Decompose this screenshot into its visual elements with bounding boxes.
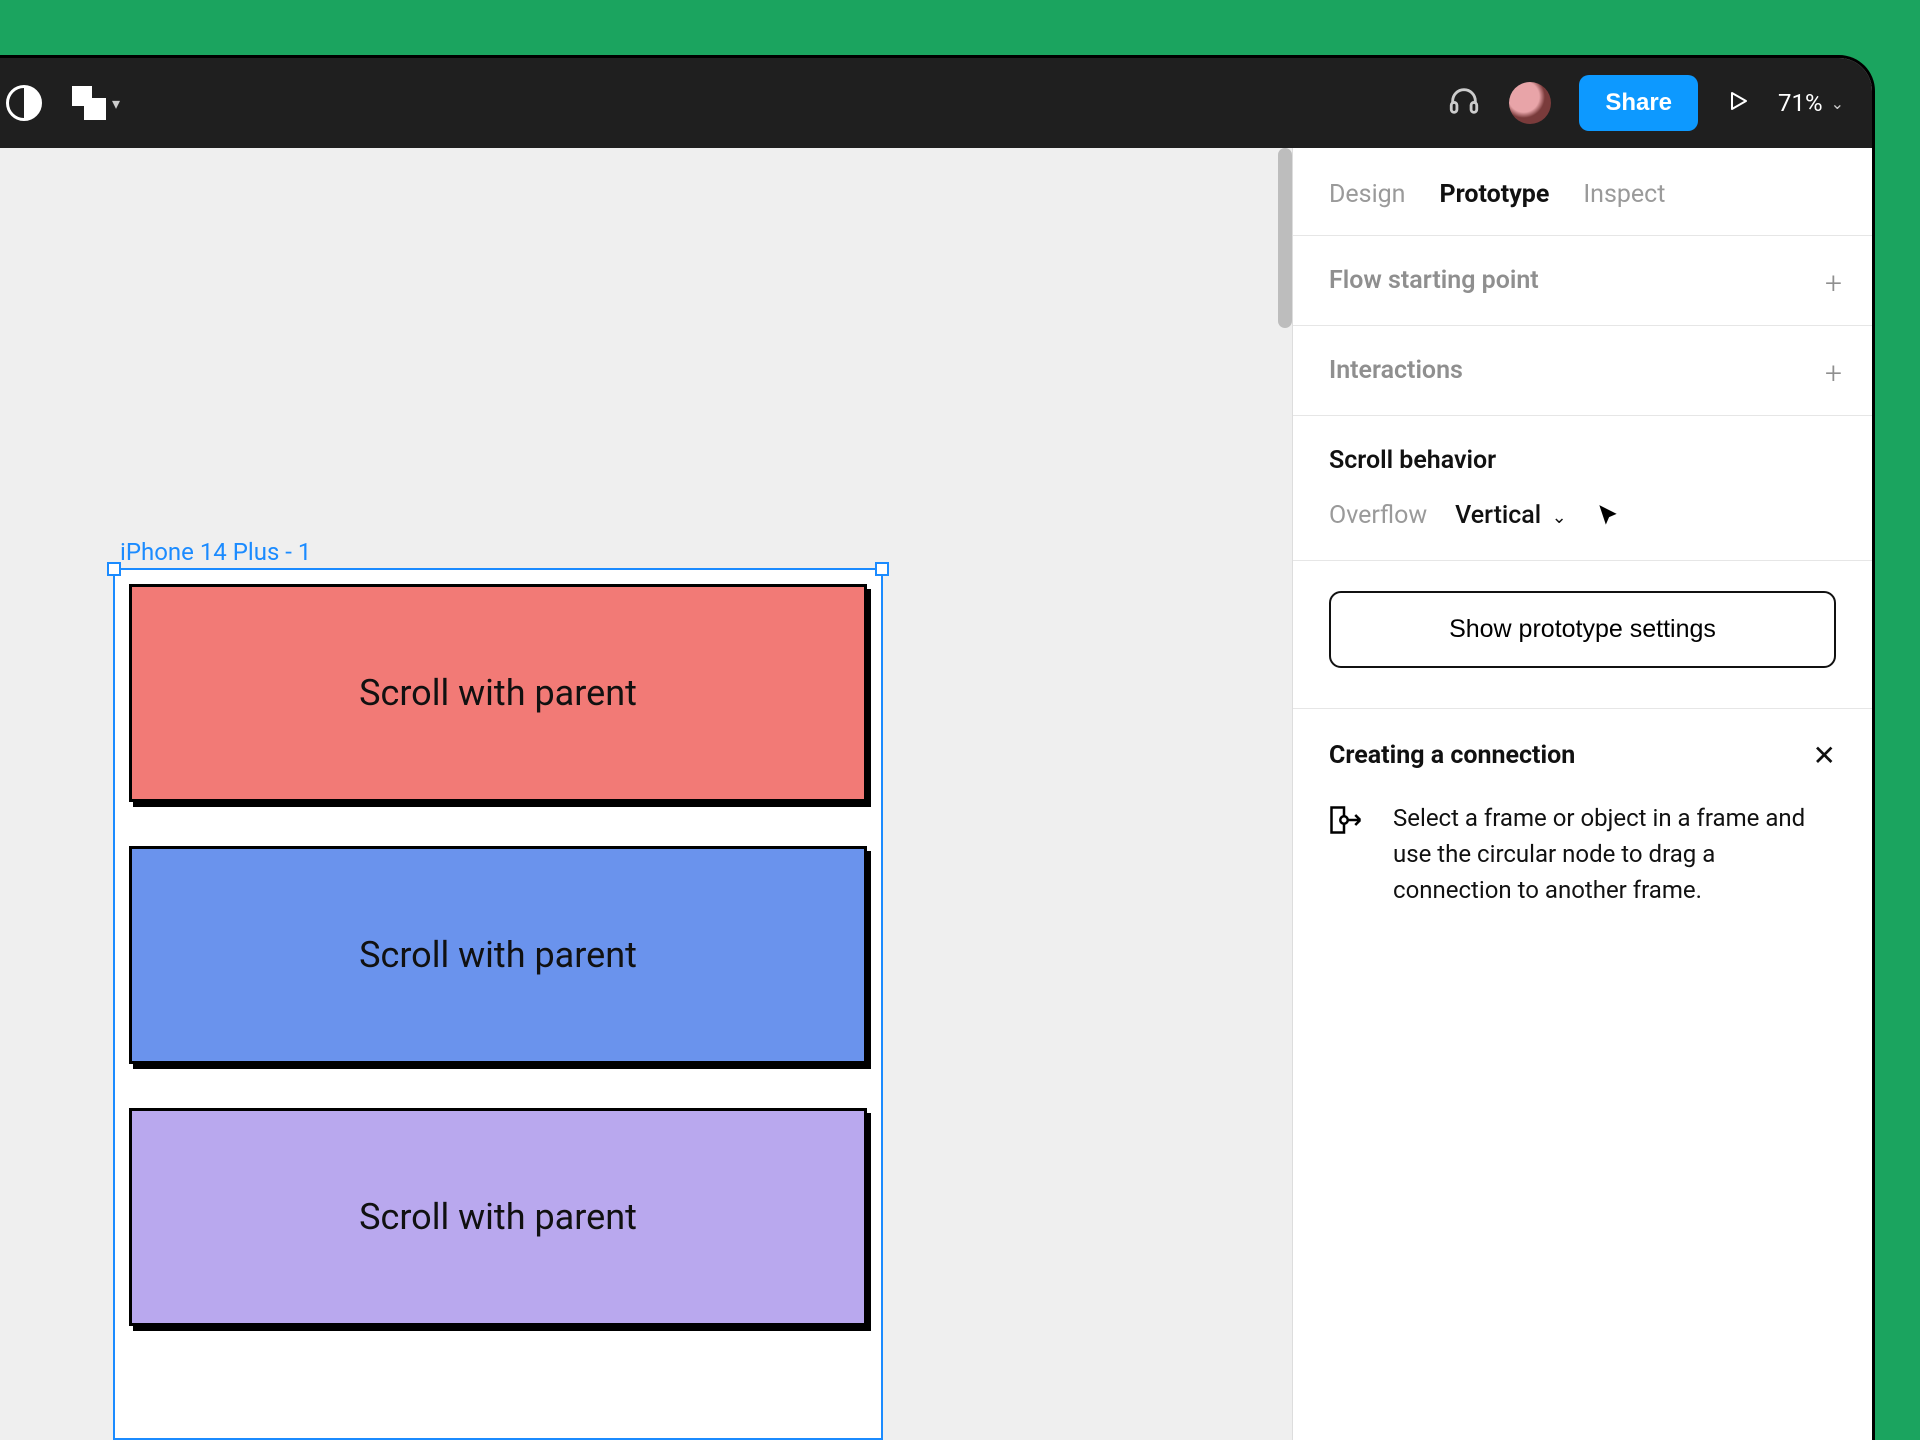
top-toolbar: ▾ Share 71% ⌄ (0, 58, 1872, 148)
chevron-down-icon: ⌄ (1831, 94, 1844, 113)
add-interaction-icon[interactable]: + (1825, 356, 1842, 391)
layer-text: Scroll with parent (359, 672, 637, 714)
canvas-layer[interactable]: Scroll with parent (129, 846, 867, 1064)
scroll-behavior-section: Scroll behavior Overflow Vertical ⌄ (1293, 416, 1872, 561)
flow-starting-point-section: Flow starting point + (1293, 236, 1872, 326)
app-window: ▾ Share 71% ⌄ iPh (0, 55, 1875, 1440)
connection-arrow-icon (1329, 800, 1369, 908)
tab-inspect[interactable]: Inspect (1583, 180, 1665, 209)
right-panel: Design Prototype Inspect Flow starting p… (1292, 148, 1872, 1440)
present-play-icon[interactable] (1726, 89, 1750, 117)
section-title: Interactions (1329, 356, 1836, 385)
cursor-icon (1595, 503, 1621, 529)
selected-frame[interactable]: Scroll with parent Scroll with parent Sc… (113, 568, 883, 1440)
share-button[interactable]: Share (1579, 75, 1698, 131)
zoom-dropdown[interactable]: 71% ⌄ (1778, 89, 1844, 117)
tab-prototype[interactable]: Prototype (1440, 180, 1550, 209)
frame-label[interactable]: iPhone 14 Plus - 1 (120, 538, 311, 566)
resize-handle-top-left[interactable] (107, 562, 121, 576)
canvas-scrollbar[interactable] (1278, 148, 1292, 328)
tool-dropdown[interactable]: ▾ (72, 86, 120, 120)
overflow-value: Vertical (1455, 501, 1541, 530)
canvas[interactable]: iPhone 14 Plus - 1 Scroll with parent Sc… (0, 148, 1292, 1440)
interactions-section: Interactions + (1293, 326, 1872, 416)
canvas-layer[interactable]: Scroll with parent (129, 584, 867, 802)
overflow-label: Overflow (1329, 501, 1427, 530)
layer-text: Scroll with parent (359, 934, 637, 976)
prototype-settings-section: Show prototype settings (1293, 561, 1872, 709)
zoom-value: 71% (1778, 89, 1823, 117)
resize-handle-top-right[interactable] (875, 562, 889, 576)
layer-text: Scroll with parent (359, 1196, 637, 1238)
show-prototype-settings-button[interactable]: Show prototype settings (1329, 591, 1836, 668)
figma-logo-icon[interactable] (6, 85, 42, 121)
overflow-dropdown[interactable]: Vertical ⌄ (1455, 501, 1567, 530)
connection-help-section: Creating a connection ✕ Select a frame o… (1293, 709, 1872, 938)
panel-tabs: Design Prototype Inspect (1293, 148, 1872, 236)
tab-design[interactable]: Design (1329, 180, 1406, 209)
section-title: Flow starting point (1329, 266, 1836, 295)
canvas-layer[interactable]: Scroll with parent (129, 1108, 867, 1326)
close-icon[interactable]: ✕ (1813, 739, 1836, 772)
connection-help-title: Creating a connection (1329, 741, 1575, 770)
voice-chat-icon[interactable] (1447, 84, 1481, 122)
chevron-down-icon: ⌄ (1547, 507, 1567, 528)
add-flow-icon[interactable]: + (1825, 266, 1842, 301)
chevron-down-icon: ▾ (112, 94, 120, 113)
section-title: Scroll behavior (1329, 446, 1836, 475)
connection-help-body: Select a frame or object in a frame and … (1393, 800, 1836, 908)
user-avatar[interactable] (1509, 82, 1551, 124)
